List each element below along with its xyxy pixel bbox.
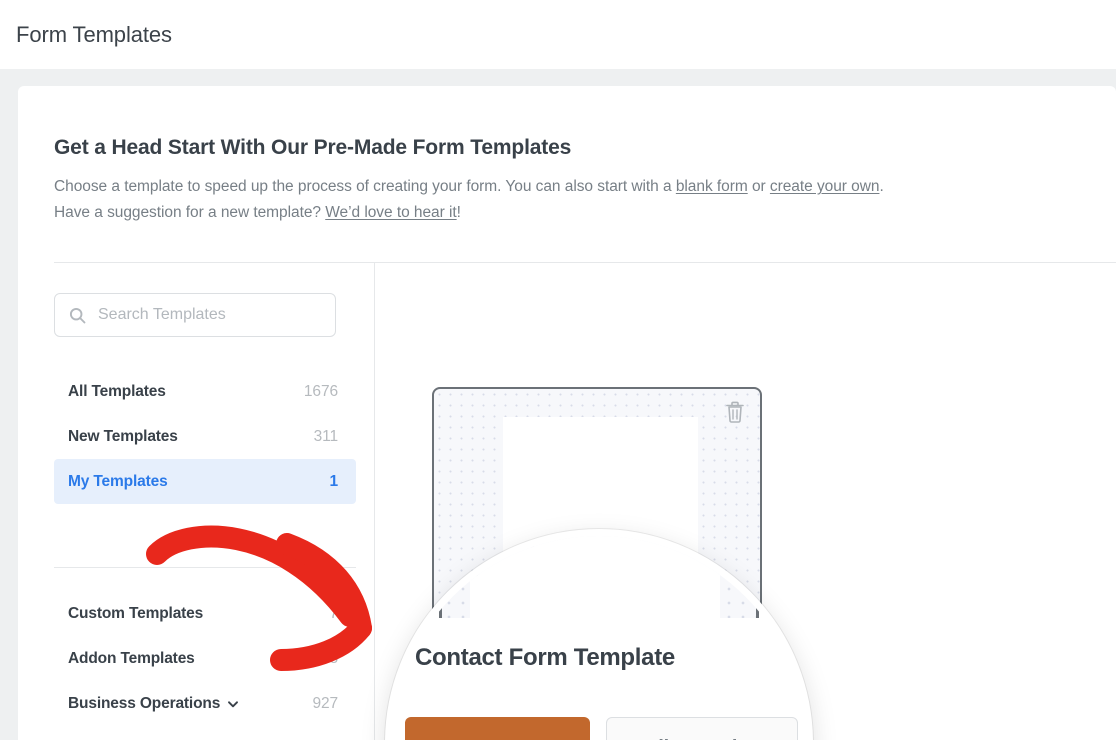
sidebar-item-addon-templates[interactable]: Addon Templates 8 [54,636,356,681]
sidebar-item-count: 1 [329,472,338,490]
template-title: Contact Form Template [415,644,675,671]
magnified-card-top [439,536,759,618]
content-card: Get a Head Start With Our Pre-Made Form … [18,86,1116,740]
sidebar-item-count: 311 [313,427,339,445]
sidebar-item-count: 927 [312,694,338,712]
create-your-own-link[interactable]: create your own [770,178,880,195]
sidebar-item-my-templates[interactable]: My Templates 1 [54,459,356,504]
intro-text-1: Choose a template to speed up the proces… [54,178,676,195]
sidebar-item-label: New Templates [68,427,178,445]
sidebar-item-count: 8 [329,649,338,667]
sidebar-item-label: My Templates [68,472,168,490]
intro-text-3: . [879,178,884,195]
sidebar-item-count: 7 [329,604,338,622]
sidebar-item-label: Addon Templates [68,649,195,667]
sidebar-item-business-operations[interactable]: Business Operations 927 [54,681,356,726]
chevron-down-icon[interactable] [227,698,239,710]
sidebar-item-label: Business Operations [68,695,239,713]
edit-template-button[interactable]: Edit Template [606,717,798,740]
intro-text-4: Have a suggestion for a new template? [54,204,326,221]
intro-text-2: or [747,178,770,195]
magnified-preview-area [470,536,720,618]
sidebar-item-custom-templates[interactable]: Custom Templates 7 [54,591,356,636]
sidebar-item-label: All Templates [68,382,166,400]
search-icon [69,307,86,323]
sidebar-item-count: 1676 [303,382,338,400]
search-input[interactable] [98,306,318,324]
search-box[interactable] [54,293,336,337]
intro-heading: Get a Head Start With Our Pre-Made Form … [54,136,572,159]
sidebar-item-new-templates[interactable]: New Templates 311 [54,414,356,459]
sidebar-item-all-templates[interactable]: All Templates 1676 [54,369,356,414]
category-list-primary: All Templates 1676 New Templates 311 My … [54,369,356,504]
blank-form-link[interactable]: blank form [676,178,748,195]
magnifier-zoom-overlay: Contact Form Template Create Form Edit T… [385,529,813,740]
magnifier-content: Contact Form Template Create Form Edit T… [392,536,806,740]
sidebar-item-text: Business Operations [68,694,221,712]
sidebar-item-label: Custom Templates [68,604,204,622]
divider-top [54,262,1116,263]
divider-sidebar-middle [54,567,356,568]
delete-template-button[interactable] [724,400,746,424]
template-actions: Create Form Edit Template [405,717,798,740]
create-form-button[interactable]: Create Form [405,717,590,740]
intro-text-5: ! [456,204,461,221]
divider-vertical [374,262,375,740]
category-list-secondary: Custom Templates 7 Addon Templates 8 Bus… [54,591,356,726]
intro-description: Choose a template to speed up the proces… [54,174,1084,226]
trash-icon [726,401,744,423]
page-title: Form Templates [16,22,172,47]
intro-block: Get a Head Start With Our Pre-Made Form … [54,136,1084,226]
top-bar: Form Templates [0,0,1116,69]
hear-it-link[interactable]: We’d love to hear it [325,204,456,221]
